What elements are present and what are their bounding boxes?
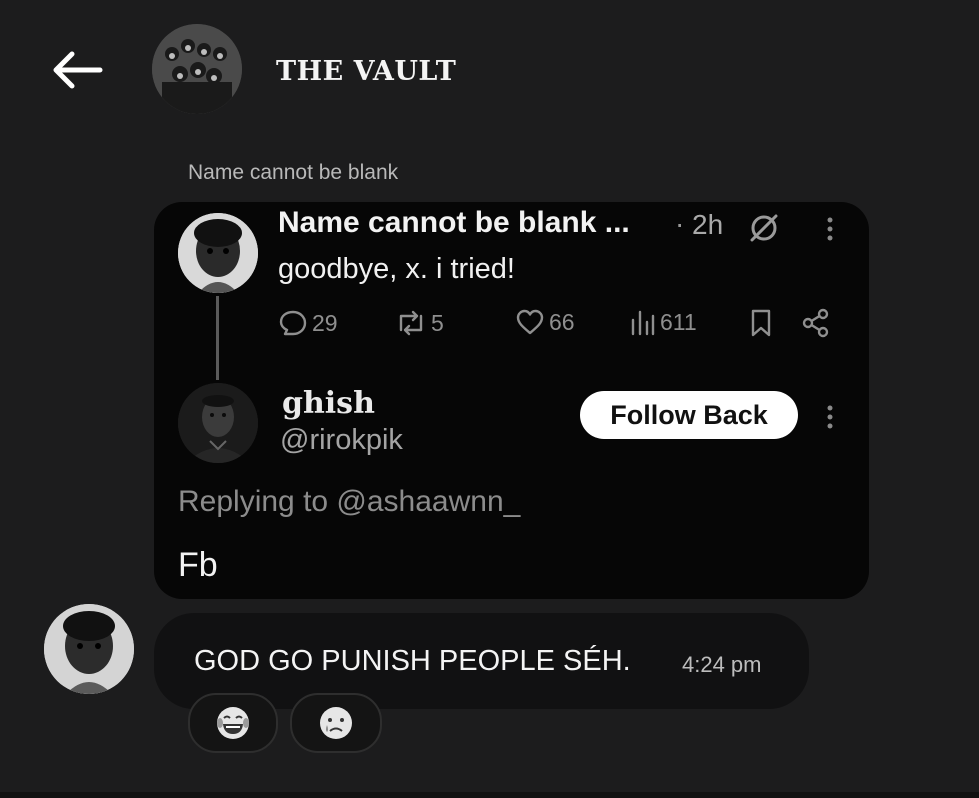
reply-text: Fb — [178, 546, 218, 584]
share-icon — [802, 308, 829, 338]
back-button[interactable] — [52, 50, 104, 90]
reply-handle[interactable]: @rirokpik — [280, 424, 403, 457]
crying-face-icon — [320, 707, 352, 739]
like-action[interactable]: 66 — [515, 308, 575, 336]
analytics-icon — [631, 310, 655, 336]
reaction-laughing[interactable] — [188, 693, 278, 753]
message-timestamp: 4:24 pm — [682, 652, 762, 677]
arrow-left-icon — [53, 51, 103, 89]
replying-to-text: Replying to @ashaawnn_ — [178, 485, 521, 518]
repost-count: 5 — [431, 309, 444, 336]
tweet-author-avatar[interactable] — [178, 213, 258, 293]
like-count: 66 — [549, 308, 575, 335]
group-avatar[interactable] — [152, 24, 242, 114]
more-options-icon[interactable] — [820, 214, 840, 244]
view-count: 611 — [660, 308, 697, 335]
message-text: GOD GO PUNISH PEOPLE SÉH. — [194, 645, 631, 677]
reply-count: 29 — [312, 309, 338, 336]
reply-action[interactable]: 29 — [278, 308, 338, 338]
sender-avatar[interactable] — [44, 604, 134, 694]
thread-connector-line — [216, 296, 219, 380]
bookmark-icon — [751, 309, 771, 337]
tweet-text: goodbye, x. i tried! — [278, 253, 515, 285]
views-action[interactable]: 611 — [630, 308, 697, 336]
reply-icon — [279, 310, 307, 336]
separator-dot: · — [675, 208, 685, 239]
heart-icon — [516, 309, 544, 335]
tweet-time: 2h — [692, 209, 724, 240]
repost-icon — [399, 310, 423, 336]
grok-slash-icon[interactable] — [748, 212, 780, 244]
follow-back-button[interactable]: Follow Back — [580, 391, 798, 439]
reply-display-name[interactable]: ghish — [282, 386, 375, 421]
share-button[interactable] — [802, 308, 830, 338]
repost-action[interactable]: 5 — [395, 308, 444, 338]
more-options-icon[interactable] — [820, 402, 840, 432]
bottom-edge — [0, 792, 979, 798]
laughing-face-icon — [217, 707, 249, 739]
reply-author-avatar[interactable] — [178, 383, 258, 463]
tweet-author-name[interactable]: Name cannot be blank ... — [278, 206, 630, 240]
chat-title[interactable]: THE VAULT — [276, 56, 456, 87]
sender-name: Name cannot be blank — [188, 161, 399, 184]
bookmark-button[interactable] — [749, 308, 773, 338]
reaction-crying[interactable] — [290, 693, 382, 753]
